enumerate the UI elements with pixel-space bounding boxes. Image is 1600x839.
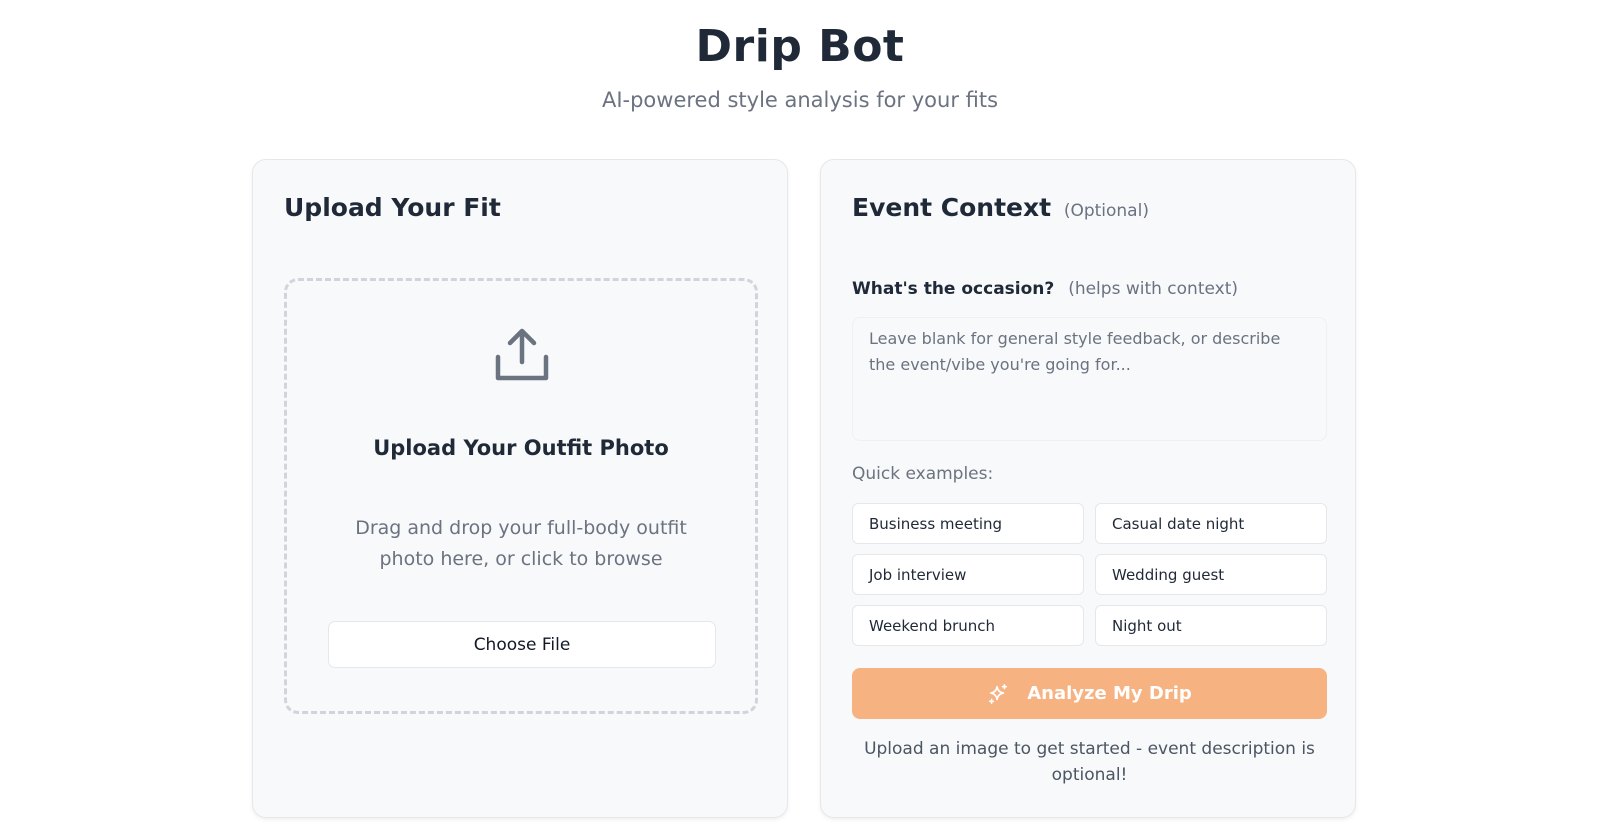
sparkle-icon [989, 683, 1008, 704]
upload-dropzone[interactable]: Upload Your Outfit Photo Drag and drop y… [284, 278, 758, 714]
quick-examples: Business meeting Casual date night Job i… [852, 503, 1327, 646]
upload-card-heading: Upload Your Fit [284, 193, 501, 222]
app-subtitle: AI-powered style analysis for your fits [601, 88, 999, 112]
event-context-title: Event Context [852, 193, 1052, 222]
upload-card: Upload Your Fit Upload Your Outfit Photo… [252, 159, 788, 818]
footer-note: Upload an image to get started - event d… [864, 739, 1315, 785]
optional-tag: (Optional) [1063, 201, 1149, 221]
page: Drip Bot AI-powered style analysis for y… [0, 0, 1600, 839]
event-context-heading: Event Context (Optional) [852, 191, 1149, 228]
quick-example-job-interview[interactable]: Job interview [852, 554, 1084, 595]
upload-icon [495, 328, 549, 381]
dropzone-description: Drag and drop your full-body outfit phot… [355, 517, 687, 570]
quick-examples-label: Quick examples: [852, 464, 994, 484]
occasion-label: What's the occasion? (helps with context… [852, 279, 1238, 299]
app-title: Drip Bot [695, 21, 905, 72]
quick-example-weekend-brunch[interactable]: Weekend brunch [852, 605, 1084, 646]
quick-example-wedding-guest[interactable]: Wedding guest [1095, 554, 1327, 595]
choose-file-button[interactable]: Choose File [328, 621, 716, 668]
event-context-card: Event Context (Optional) What's the occa… [820, 159, 1356, 818]
occasion-input[interactable] [852, 317, 1327, 441]
quick-example-casual-date-night[interactable]: Casual date night [1095, 503, 1327, 544]
occasion-label-text: What's the occasion? [852, 279, 1055, 299]
analyze-button-label: Analyze My Drip [1027, 683, 1192, 704]
quick-example-night-out[interactable]: Night out [1095, 605, 1327, 646]
analyze-button[interactable]: Analyze My Drip [852, 668, 1327, 719]
occasion-hint: (helps with context) [1068, 279, 1239, 299]
dropzone-title: Upload Your Outfit Photo [373, 436, 669, 460]
quick-example-business-meeting[interactable]: Business meeting [852, 503, 1084, 544]
